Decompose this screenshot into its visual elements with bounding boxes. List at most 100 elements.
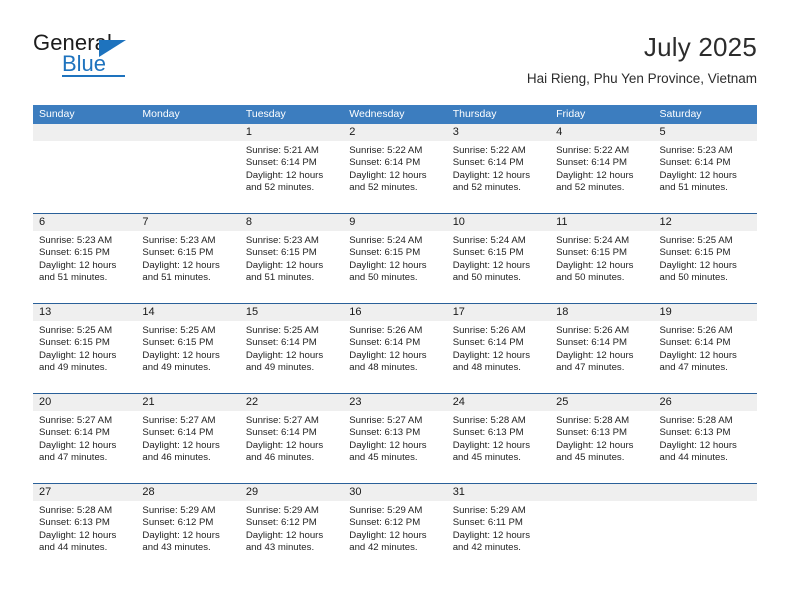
day-cell-9[interactable]: Sunrise: 5:24 AM Sunset: 6:15 PM Daylight:… <box>343 231 446 303</box>
daylight-text-line2: and 47 minutes. <box>556 361 625 373</box>
day-cell-14[interactable]: Sunrise: 5:25 AM Sunset: 6:15 PM Daylight:… <box>136 321 239 393</box>
sunrise-text: Sunrise: 5:25 AM <box>245 325 319 336</box>
date-number-8[interactable]: 8 <box>240 214 343 231</box>
day-cell-1[interactable]: Sunrise: 5:21 AM Sunset: 6:14 PM Daylight:… <box>240 141 343 213</box>
date-number-21[interactable]: 21 <box>136 394 239 411</box>
day-cell-30[interactable]: Sunrise: 5:29 AM Sunset: 6:12 PM Daylight:… <box>343 501 446 573</box>
day-cell-20[interactable]: Sunrise: 5:27 AM Sunset: 6:14 PM Daylight:… <box>33 411 136 483</box>
date-number-14[interactable]: 14 <box>136 304 239 321</box>
day-cell-10[interactable]: Sunrise: 5:24 AM Sunset: 6:15 PM Daylight:… <box>447 231 550 303</box>
day-cell-26[interactable]: Sunrise: 5:28 AM Sunset: 6:13 PM Daylight:… <box>654 411 757 483</box>
day-cell-16[interactable]: Sunrise: 5:26 AM Sunset: 6:14 PM Daylight:… <box>343 321 446 393</box>
sunset-text: Sunset: 6:13 PM <box>349 427 421 439</box>
calendar-weeks: 1 2 3 4 5 Sunrise: 5:21 AM Sunset: 6:14 PM Dayl… <box>33 124 757 573</box>
day-cell-5[interactable]: Sunrise: 5:23 AM Sunset: 6:14 PM Daylight:… <box>654 141 757 213</box>
date-number-empty <box>136 124 239 141</box>
daylight-text-line1: Daylight: 12 hours <box>39 349 117 361</box>
date-number-10[interactable]: 10 <box>447 214 550 231</box>
date-number-20[interactable]: 20 <box>33 394 136 411</box>
daylight-text-line2: and 49 minutes. <box>245 361 315 373</box>
sunrise-text: Sunrise: 5:27 AM <box>349 415 423 426</box>
day-cell-3[interactable]: Sunrise: 5:22 AM Sunset: 6:14 PM Daylight:… <box>447 141 550 213</box>
sunset-text: Sunset: 6:15 PM <box>452 247 524 259</box>
day-cell-6[interactable]: Sunrise: 5:23 AM Sunset: 6:15 PM Daylight:… <box>33 231 136 303</box>
sunrise-text: Sunrise: 5:25 AM <box>39 325 113 336</box>
date-number-27[interactable]: 27 <box>33 484 136 501</box>
day-cell-8[interactable]: Sunrise: 5:23 AM Sunset: 6:15 PM Daylight:… <box>240 231 343 303</box>
title-block: July 2025 Hai Rieng, Phu Yen Province, V… <box>527 32 757 87</box>
daylight-text-line1: Daylight: 12 hours <box>39 439 117 451</box>
date-number-16[interactable]: 16 <box>343 304 446 321</box>
sunset-text: Sunset: 6:14 PM <box>349 337 421 349</box>
sunrise-text: Sunrise: 5:28 AM <box>659 415 733 426</box>
day-cell-28[interactable]: Sunrise: 5:29 AM Sunset: 6:12 PM Daylight:… <box>136 501 239 573</box>
brand-logo[interactable]: General Blue <box>33 32 153 80</box>
date-number-26[interactable]: 26 <box>654 394 757 411</box>
day-cell-18[interactable]: Sunrise: 5:26 AM Sunset: 6:14 PM Daylight:… <box>550 321 653 393</box>
day-cell-12[interactable]: Sunrise: 5:25 AM Sunset: 6:15 PM Daylight:… <box>654 231 757 303</box>
date-number-12[interactable]: 12 <box>654 214 757 231</box>
sunset-text: Sunset: 6:14 PM <box>452 157 524 169</box>
date-number-15[interactable]: 15 <box>240 304 343 321</box>
date-number-3[interactable]: 3 <box>447 124 550 141</box>
date-number-29[interactable]: 29 <box>240 484 343 501</box>
day-cell-21[interactable]: Sunrise: 5:27 AM Sunset: 6:14 PM Daylight:… <box>136 411 239 483</box>
date-number-30[interactable]: 30 <box>343 484 446 501</box>
day-cell-31[interactable]: Sunrise: 5:29 AM Sunset: 6:11 PM Daylight:… <box>447 501 550 573</box>
date-number-24[interactable]: 24 <box>447 394 550 411</box>
date-number-2[interactable]: 2 <box>343 124 446 141</box>
date-number-25[interactable]: 25 <box>550 394 653 411</box>
day-cell-25[interactable]: Sunrise: 5:28 AM Sunset: 6:13 PM Daylight:… <box>550 411 653 483</box>
day-cell-7[interactable]: Sunrise: 5:23 AM Sunset: 6:15 PM Daylight:… <box>136 231 239 303</box>
sunset-text: Sunset: 6:15 PM <box>349 247 421 259</box>
day-cell-2[interactable]: Sunrise: 5:22 AM Sunset: 6:14 PM Daylight:… <box>343 141 446 213</box>
daylight-text-line1: Daylight: 12 hours <box>245 349 324 361</box>
daylight-text-line2: and 50 minutes. <box>452 271 521 283</box>
day-details-row: Sunrise: 5:21 AM Sunset: 6:14 PM Daylight:… <box>33 141 757 213</box>
day-cell-22[interactable]: Sunrise: 5:27 AM Sunset: 6:14 PM Daylight:… <box>240 411 343 483</box>
date-number-23[interactable]: 23 <box>343 394 446 411</box>
day-cell-24[interactable]: Sunrise: 5:28 AM Sunset: 6:13 PM Daylight:… <box>447 411 550 483</box>
sunrise-text: Sunrise: 5:23 AM <box>245 235 319 246</box>
day-cell-19[interactable]: Sunrise: 5:26 AM Sunset: 6:14 PM Daylight:… <box>654 321 757 393</box>
day-cell-23[interactable]: Sunrise: 5:27 AM Sunset: 6:13 PM Daylight:… <box>343 411 446 483</box>
date-number-19[interactable]: 19 <box>654 304 757 321</box>
date-number-28[interactable]: 28 <box>136 484 239 501</box>
day-cell-11[interactable]: Sunrise: 5:24 AM Sunset: 6:15 PM Daylight:… <box>550 231 653 303</box>
date-number-empty <box>654 484 757 501</box>
calendar-week-row: 13 14 15 16 17 18 19 Sunrise: 5:25 AM Sunset: 6:… <box>33 303 757 393</box>
date-number-18[interactable]: 18 <box>550 304 653 321</box>
date-number-31[interactable]: 31 <box>447 484 550 501</box>
daylight-text-line1: Daylight: 12 hours <box>349 439 427 451</box>
day-cell-17[interactable]: Sunrise: 5:26 AM Sunset: 6:14 PM Daylight:… <box>447 321 550 393</box>
weekday-header-wednesday: Wednesday <box>349 108 405 120</box>
day-cell-13[interactable]: Sunrise: 5:25 AM Sunset: 6:15 PM Daylight:… <box>33 321 136 393</box>
logo-underline <box>62 75 125 77</box>
date-number-11[interactable]: 11 <box>550 214 653 231</box>
date-number-6[interactable]: 6 <box>33 214 136 231</box>
sunrise-text: Sunrise: 5:24 AM <box>349 235 423 246</box>
page-header: General Blue July 2025 Hai Rieng, Phu Ye… <box>0 0 792 87</box>
daylight-text-line1: Daylight: 12 hours <box>39 529 117 541</box>
date-number-4[interactable]: 4 <box>550 124 653 141</box>
day-cell-27[interactable]: Sunrise: 5:28 AM Sunset: 6:13 PM Daylight:… <box>33 501 136 573</box>
weekday-header-friday: Friday <box>556 108 586 120</box>
date-number-9[interactable]: 9 <box>343 214 446 231</box>
calendar-week-row: 1 2 3 4 5 Sunrise: 5:21 AM Sunset: 6:14 PM Dayl… <box>33 124 757 213</box>
date-number-17[interactable]: 17 <box>447 304 550 321</box>
date-number-5[interactable]: 5 <box>654 124 757 141</box>
day-cell-4[interactable]: Sunrise: 5:22 AM Sunset: 6:14 PM Daylight:… <box>550 141 653 213</box>
date-number-22[interactable]: 22 <box>240 394 343 411</box>
date-number-13[interactable]: 13 <box>33 304 136 321</box>
day-cell-15[interactable]: Sunrise: 5:25 AM Sunset: 6:14 PM Daylight:… <box>240 321 343 393</box>
sunrise-text: Sunrise: 5:22 AM <box>556 145 630 156</box>
daylight-text-line1: Daylight: 12 hours <box>142 259 220 271</box>
daylight-text-line2: and 43 minutes. <box>245 541 315 553</box>
day-cell-29[interactable]: Sunrise: 5:29 AM Sunset: 6:12 PM Daylight:… <box>240 501 343 573</box>
weekday-header-thursday: Thursday <box>452 108 497 120</box>
page-title: July 2025 <box>643 32 757 62</box>
date-number-1[interactable]: 1 <box>240 124 343 141</box>
date-number-7[interactable]: 7 <box>136 214 239 231</box>
sunset-text: Sunset: 6:15 PM <box>556 247 628 259</box>
day-cell-empty <box>550 501 653 573</box>
